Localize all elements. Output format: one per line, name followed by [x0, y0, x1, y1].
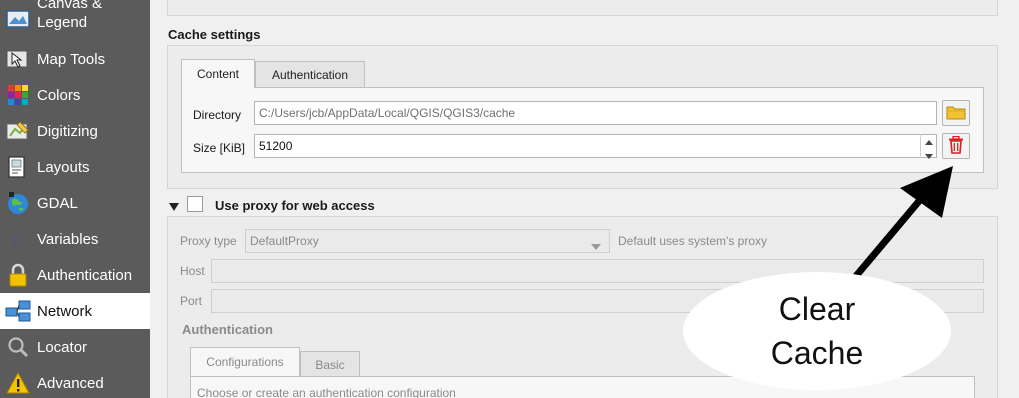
callout-line-1: Clear [778, 291, 856, 327]
tab-configurations[interactable]: Configurations [190, 347, 300, 376]
callout-line-2: Cache [770, 335, 864, 371]
tab-content[interactable]: Content [181, 59, 255, 88]
clear-cache-callout: Clear Cache [683, 272, 951, 390]
